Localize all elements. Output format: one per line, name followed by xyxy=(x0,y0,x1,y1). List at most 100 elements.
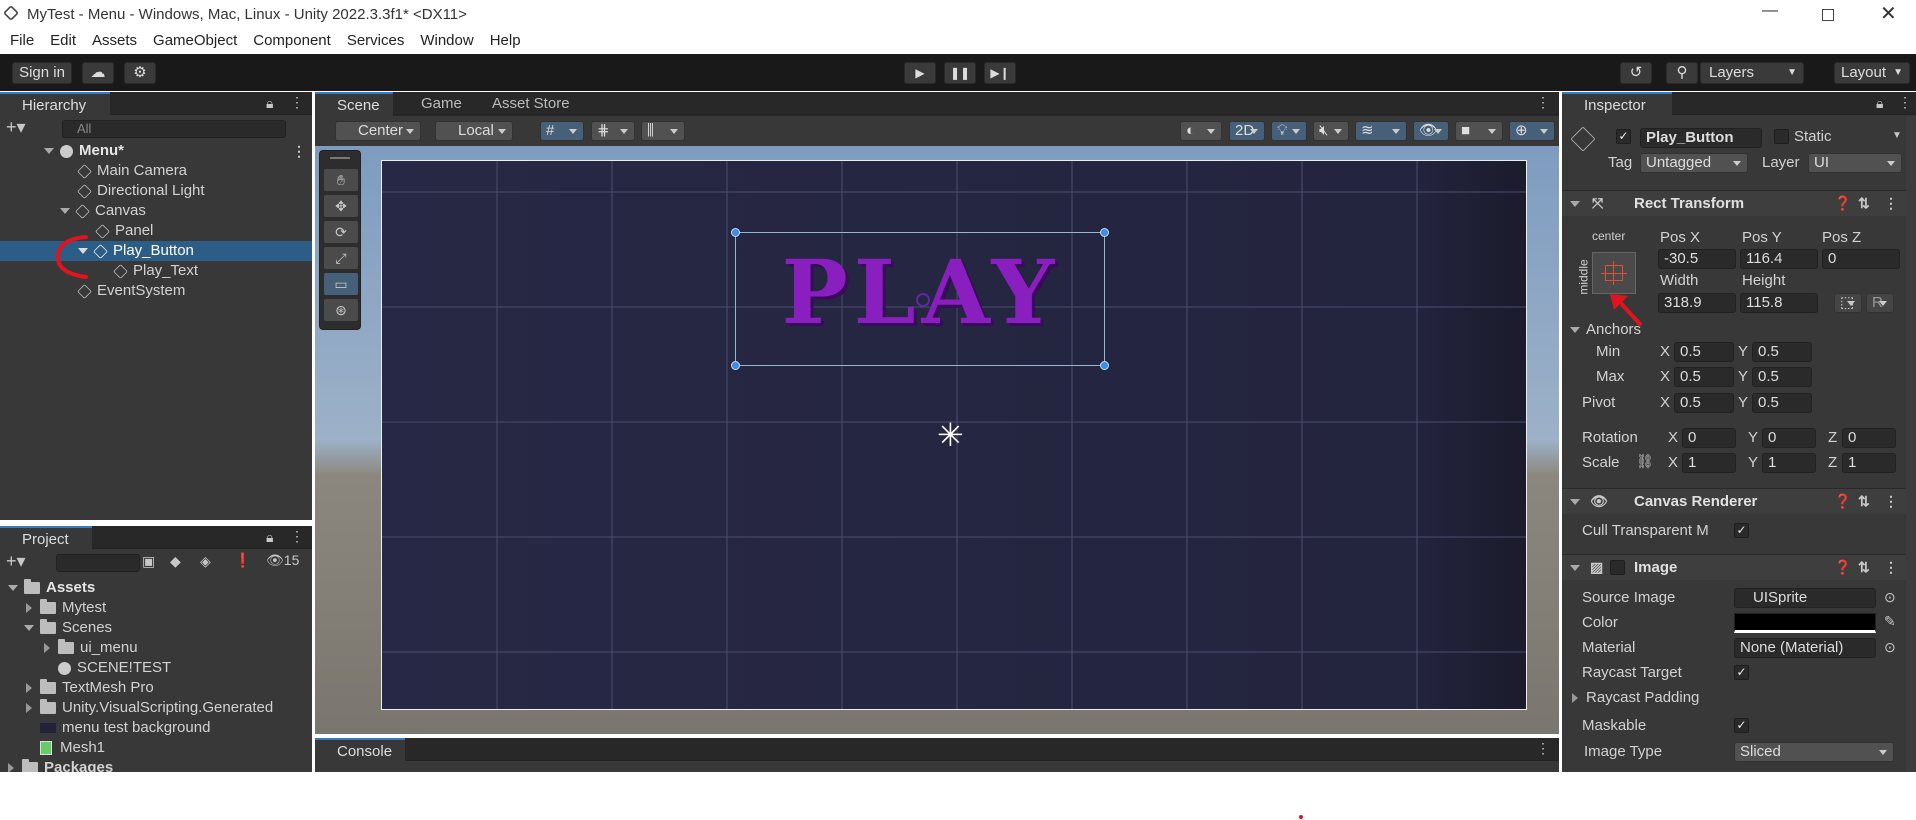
raycast-target-checkbox[interactable]: ✓ xyxy=(1734,665,1749,680)
audio-toggle[interactable]: 🔇︎ xyxy=(1313,121,1349,141)
lock-icon[interactable]: 🔒︎ xyxy=(1876,95,1883,112)
project-item-scene-test[interactable]: SCENE!TEST xyxy=(0,658,312,678)
pivot-x-input[interactable]: 0.5 xyxy=(1674,393,1734,413)
static-dropdown-icon[interactable]: ▼ xyxy=(1892,130,1902,141)
maskable-checkbox[interactable]: ✓ xyxy=(1734,718,1749,733)
align-dropdown[interactable]: ⫼ xyxy=(641,121,685,141)
image-type-dropdown[interactable]: Sliced xyxy=(1734,742,1894,762)
rotation-y-input[interactable]: 0 xyxy=(1762,428,1816,448)
grid-snap-dropdown[interactable]: # xyxy=(540,121,584,141)
tab-scene[interactable]: Scene xyxy=(315,92,393,116)
component-menu-icon[interactable]: ⋮ xyxy=(1884,191,1898,216)
scale-y-input[interactable]: 1 xyxy=(1762,453,1816,473)
cull-transparent-checkbox[interactable]: ✓ xyxy=(1734,523,1749,538)
scene-view[interactable]: PLAY ✳ ✋︎ ✥ ⟳ ⤢ ▭ ⊛ xyxy=(315,146,1559,734)
kebab-menu-icon[interactable]: ⋮ xyxy=(1536,740,1550,757)
object-name-input[interactable]: Play_Button xyxy=(1640,128,1762,148)
project-item-visualscripting[interactable]: Unity.VisualScripting.Generated xyxy=(0,698,312,718)
increment-snap-dropdown[interactable]: ⋕ xyxy=(591,121,635,141)
hierarchy-item-directional-light[interactable]: Directional Light xyxy=(0,181,312,201)
menu-component[interactable]: Component xyxy=(245,29,339,49)
play-button-rect[interactable]: PLAY xyxy=(731,228,1109,370)
anchors-foldout[interactable]: Anchors xyxy=(1570,321,1641,338)
palette-grip[interactable] xyxy=(330,157,350,159)
effects-dropdown[interactable]: ≋ xyxy=(1355,121,1407,141)
layers-dropdown[interactable]: Layers ▼ xyxy=(1700,62,1804,84)
tab-console[interactable]: Console xyxy=(315,738,405,762)
max-y-input[interactable]: 0.5 xyxy=(1752,367,1812,387)
lock-icon[interactable]: 🔒︎ xyxy=(266,95,273,112)
add-icon[interactable]: +▾ xyxy=(6,551,26,572)
search-by-type-icon[interactable]: ▣ xyxy=(142,553,155,570)
lighting-toggle[interactable]: 💡︎ xyxy=(1271,121,1307,141)
pos-z-input[interactable]: 0 xyxy=(1822,249,1900,269)
toggle-2d-button[interactable]: 2D xyxy=(1229,121,1265,141)
menu-gameobject[interactable]: GameObject xyxy=(145,29,245,49)
rect-handle-bl[interactable] xyxy=(731,361,740,370)
scene-row[interactable]: Menu* ⋮ xyxy=(0,141,312,161)
raw-edit-button[interactable]: R xyxy=(1866,293,1894,313)
constrain-proportions-icon[interactable]: ⛓︎ xyxy=(1636,453,1654,470)
search-icon[interactable]: ⚲ xyxy=(1666,62,1698,84)
hierarchy-search-input[interactable]: All xyxy=(62,120,286,138)
scene-menu-icon[interactable]: ⋮ xyxy=(292,141,306,161)
menu-help[interactable]: Help xyxy=(482,29,529,49)
static-checkbox[interactable] xyxy=(1774,129,1789,144)
minimize-button[interactable]: — xyxy=(1762,2,1778,20)
presets-icon[interactable]: ⇅ xyxy=(1858,191,1870,216)
history-icon[interactable]: ↺ xyxy=(1620,62,1652,84)
material-field[interactable]: None (Material) xyxy=(1734,638,1876,658)
visibility-toggle[interactable]: 👁︎ xyxy=(1413,121,1449,141)
tab-project[interactable]: Project xyxy=(0,526,92,550)
space-dropdown[interactable]: Local xyxy=(435,121,513,141)
hierarchy-item-play-button[interactable]: Play_Button xyxy=(0,241,312,261)
lock-icon[interactable]: 🔒︎ xyxy=(266,529,273,546)
transform-tool-icon[interactable]: ⊛ xyxy=(324,299,358,321)
add-icon[interactable]: +▾ xyxy=(6,117,26,138)
layout-dropdown[interactable]: Layout ▼ xyxy=(1834,62,1910,84)
kebab-menu-icon[interactable]: ⋮ xyxy=(290,528,304,545)
eyedropper-icon[interactable]: ✎ xyxy=(1884,613,1896,630)
project-packages[interactable]: Packages xyxy=(0,758,312,772)
scale-x-input[interactable]: 1 xyxy=(1682,453,1736,473)
sign-in-button[interactable]: Sign in xyxy=(12,62,72,84)
image-enabled-checkbox[interactable] xyxy=(1610,560,1625,575)
help-icon[interactable]: ❓ xyxy=(1834,191,1851,216)
inspector-scrollbar[interactable] xyxy=(1906,116,1916,772)
project-search-input[interactable] xyxy=(56,554,140,572)
kebab-menu-icon[interactable]: ⋮ xyxy=(290,94,304,111)
tag-dropdown[interactable]: Untagged xyxy=(1640,153,1748,173)
label-icon[interactable]: ◈ xyxy=(200,553,211,570)
max-x-input[interactable]: 0.5 xyxy=(1674,367,1734,387)
tab-game[interactable]: Game xyxy=(421,92,462,115)
collab-icon[interactable]: ⚙ xyxy=(124,62,156,84)
scale-tool-icon[interactable]: ⤢ xyxy=(324,247,358,269)
component-menu-icon[interactable]: ⋮ xyxy=(1884,489,1898,514)
menu-file[interactable]: File xyxy=(0,29,42,49)
rotate-tool-icon[interactable]: ⟳ xyxy=(324,221,358,243)
height-input[interactable]: 115.8 xyxy=(1740,293,1818,313)
active-checkbox[interactable]: ✓ xyxy=(1616,129,1631,144)
rect-handle-tr[interactable] xyxy=(1100,228,1109,237)
cloud-icon[interactable]: ☁ xyxy=(82,62,114,84)
project-item-textmesh-pro[interactable]: TextMesh Pro xyxy=(0,678,312,698)
rotation-z-input[interactable]: 0 xyxy=(1842,428,1896,448)
pivot-handle[interactable] xyxy=(916,293,930,307)
project-item-mesh1[interactable]: Mesh1 xyxy=(0,738,312,758)
presets-icon[interactable]: ⇅ xyxy=(1858,555,1870,580)
layer-dropdown[interactable]: UI xyxy=(1808,153,1902,173)
project-item-menu-background[interactable]: menu test background xyxy=(0,718,312,738)
step-button[interactable]: ▶❙ xyxy=(984,62,1016,84)
hierarchy-item-main-camera[interactable]: Main Camera xyxy=(0,161,312,181)
project-item-ui-menu[interactable]: ui_menu xyxy=(0,638,312,658)
hand-tool-icon[interactable]: ✋︎ xyxy=(324,169,358,191)
close-button[interactable]: ✕ xyxy=(1880,1,1897,26)
draw-mode-dropdown[interactable]: ◐ xyxy=(1180,121,1222,141)
rect-transform-header[interactable]: ⤧ Rect Transform ❓ ⇅ ⋮ xyxy=(1562,190,1916,216)
object-picker-icon[interactable]: ⊙ xyxy=(1884,589,1896,606)
pause-button[interactable]: ❚❚ xyxy=(944,62,976,84)
pivot-y-input[interactable]: 0.5 xyxy=(1752,393,1812,413)
anchor-presets-button[interactable] xyxy=(1592,252,1636,294)
image-header[interactable]: ▨ Image ❓ ⇅ ⋮ xyxy=(1562,554,1916,580)
hierarchy-item-panel[interactable]: Panel xyxy=(0,221,312,241)
